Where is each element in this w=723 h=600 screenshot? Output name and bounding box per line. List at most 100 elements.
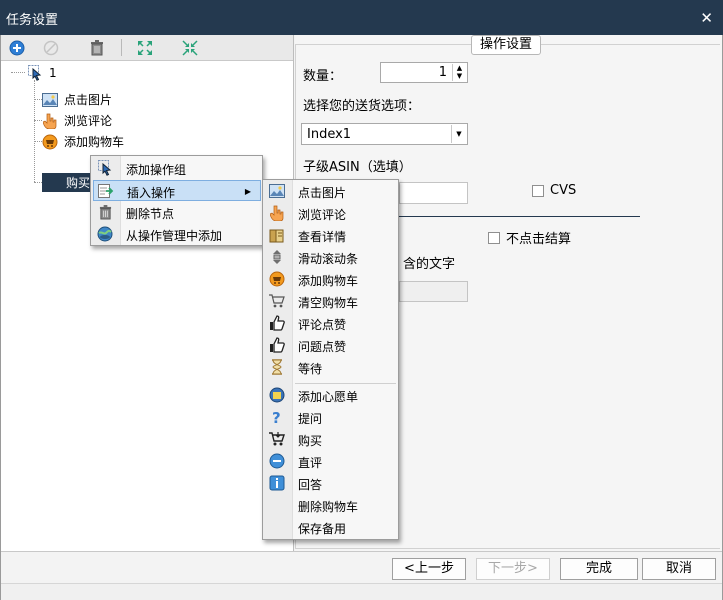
globe-icon [97,226,113,242]
submenu-item-browse-reviews[interactable]: 浏览评论 [265,203,397,224]
tree-node-label: 1 [49,65,57,80]
settings-group-title: 操作设置 [471,35,542,55]
shipping-label: 选择您的送货选项： [303,99,421,114]
checkbox-box [488,231,500,244]
expand-arrows-icon[interactable] [135,38,155,58]
menu-item-label: 添加操作组 [126,163,187,177]
submenu-item-answer[interactable]: 回答 [265,473,397,494]
no-checkout-checkbox[interactable]: 不点击结算 [488,228,571,247]
collapse-arrows-icon[interactable] [180,38,200,58]
tree-node-root[interactable]: 1 [27,63,57,82]
scroll-icon [269,249,285,265]
submenu-item-label: 清空购物车 [298,296,359,310]
tree-node-label: 点击图片 [64,93,113,107]
prev-step-button[interactable]: <上一步 [392,558,466,580]
cart-badge-icon [42,134,58,150]
quantity-label: 数量： [303,69,343,84]
submenu-item-label: 保存备用 [298,522,347,536]
submenu-item-label: 购买 [298,434,323,448]
hand-pointer-icon [269,205,285,221]
tree-node-label: 添加购物车 [64,135,125,149]
contains-text-input[interactable] [399,281,468,302]
quantity-stepper[interactable]: 1 ▲ ▼ [380,62,468,83]
submenu-item-label: 浏览评论 [298,208,347,222]
book-icon [269,227,285,243]
question-icon: ? [269,409,285,425]
status-bar [1,583,722,600]
submenu-item-label: 滑动滚动条 [298,252,359,266]
menu-item-label: 删除节点 [126,207,175,221]
submenu-arrow-icon: ▶ [244,187,251,196]
cancel-button[interactable]: 取消 [642,558,716,580]
window-title: 任务设置 [6,13,59,28]
cursor-icon [97,160,113,176]
submenu-item-label: 点击图片 [298,186,347,200]
submenu-item-direct-review[interactable]: 直评 [265,451,397,472]
asin-input[interactable] [399,182,468,204]
submenu-item-label: 添加心愿单 [298,390,359,404]
menu-item-delete-node[interactable]: 删除节点 [93,202,261,223]
tree-toolbar [1,35,293,61]
submenu-item-view-details[interactable]: 查看详情 [265,225,397,246]
info-icon [269,475,285,491]
submenu-item-buy[interactable]: 购买 [265,429,397,450]
cvs-checkbox[interactable]: CVS [532,183,576,198]
section-divider [399,216,640,217]
submenu-item-label: 提问 [298,412,323,426]
stepper-down-icon[interactable]: ▼ [453,72,466,80]
menu-item-label: 从操作管理中添加 [126,229,223,243]
shipping-selected-value: Index1 [307,127,352,142]
tree-node-add-to-cart[interactable]: 添加购物车 [42,132,124,151]
submenu-item-ask[interactable]: ? 提问 [265,407,397,428]
tree-node-buy[interactable]: 购买 [42,173,97,192]
submenu-item-label: 直评 [298,456,323,470]
next-step-button[interactable]: 下一步> [476,558,550,580]
submenu-item-click-image[interactable]: 点击图片 [265,181,397,202]
insert-icon [98,183,114,199]
submenu-item-scroll[interactable]: 滑动滚动条 [265,247,397,268]
tree-node-label: 购买 [66,176,91,190]
menu-item-insert-operation[interactable]: 插入操作 ▶ [93,180,261,201]
tree-node-click-image[interactable]: 点击图片 [42,90,112,109]
submenu-item-label: 添加购物车 [298,274,359,288]
finish-button[interactable]: 完成 [560,558,638,580]
cvs-label: CVS [550,183,577,198]
thumbs-up-icon [269,315,285,331]
stepper-up-icon[interactable]: ▲ [453,64,466,72]
close-icon[interactable]: ✕ [700,9,713,27]
chevron-down-icon[interactable]: ▼ [451,125,466,143]
tree-node-browse-reviews[interactable]: 浏览评论 [42,111,112,130]
submenu-item-label: 回答 [298,478,323,492]
submenu-item-add-to-cart[interactable]: 添加购物车 [265,269,397,290]
hourglass-icon [269,359,285,375]
title-bar: 任务设置 ✕ [0,0,723,35]
menu-item-label: 插入操作 [127,186,176,200]
trash-icon[interactable] [87,38,107,58]
empty-cart-icon [269,293,285,309]
menu-item-add-group[interactable]: 添加操作组 [93,158,261,179]
image-icon [269,183,285,199]
quantity-value: 1 [438,65,447,80]
disabled-circle-icon[interactable] [41,38,61,58]
submenu-item-empty-cart[interactable]: 清空购物车 [265,291,397,312]
submenu-item-add-wishlist[interactable]: 添加心愿单 [265,385,397,406]
submenu-item-like-question[interactable]: 问题点赞 [265,335,397,356]
submenu-item-label: 评论点赞 [298,318,347,332]
submenu-item-save-backup[interactable]: 保存备用 [265,517,397,538]
submenu-item-label: 查看详情 [298,230,347,244]
shipping-select[interactable]: Index1 ▼ [301,123,468,145]
submenu-item-wait[interactable]: 等待 [265,357,397,378]
asin-label: 子级ASIN（选填） [303,160,412,175]
add-circle-icon[interactable] [7,38,27,58]
menu-item-add-from-manager[interactable]: 从操作管理中添加 [93,224,261,245]
image-icon [42,92,58,108]
button-bar: <上一步 下一步> 完成 取消 [1,551,722,583]
buy-cart-icon [269,431,285,447]
submenu-item-delete-cart[interactable]: 删除购物车 [265,495,397,516]
trash-icon [97,204,113,220]
comment-icon [269,453,285,469]
contains-text-label: 含的文字 [403,257,456,272]
submenu-item-like-review[interactable]: 评论点赞 [265,313,397,334]
toolbar-separator [121,39,122,56]
hand-pointer-icon [42,113,58,129]
